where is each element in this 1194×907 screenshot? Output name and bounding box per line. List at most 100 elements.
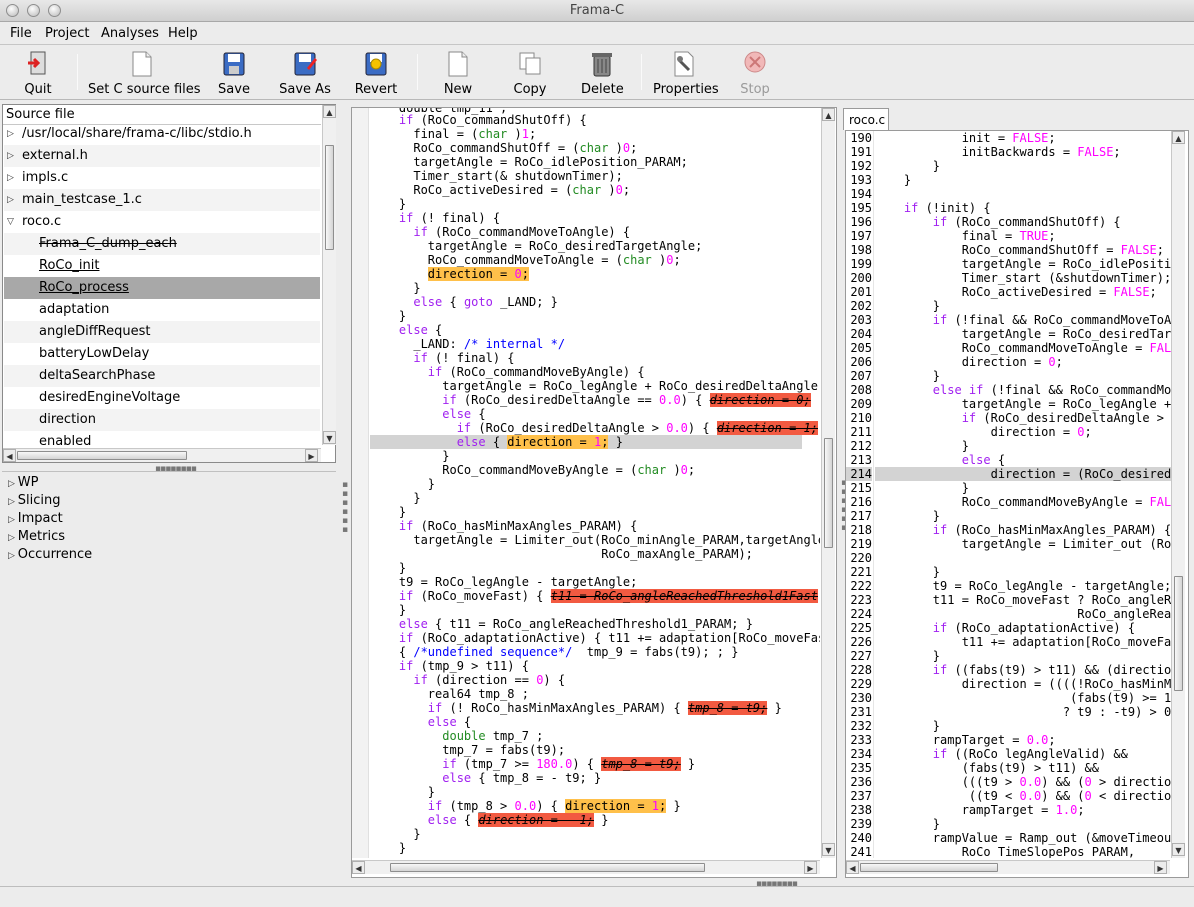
- line-number: 201: [850, 285, 872, 299]
- original-source-view[interactable]: 190 191 192 193 194 195 196 197 198 199 200 201 202 2…: [845, 130, 1189, 878]
- set-c-source-files-button[interactable]: Set C source files: [88, 50, 201, 97]
- source-file-header[interactable]: Source file: [3, 105, 321, 125]
- scroll-thumb[interactable]: [390, 863, 705, 872]
- code-vertical-scrollbar[interactable]: ▲ ▼: [821, 108, 835, 858]
- scroll-down-icon[interactable]: ▼: [822, 843, 835, 856]
- minimize-window-icon[interactable]: [27, 4, 40, 17]
- line-number: 198: [850, 243, 872, 257]
- menu-analyses[interactable]: Analyses: [101, 26, 159, 41]
- menu-project[interactable]: Project: [45, 26, 89, 41]
- revert-button[interactable]: Revert: [354, 50, 398, 97]
- tree-vertical-scrollbar[interactable]: ▲ ▼: [322, 105, 336, 445]
- scroll-right-icon[interactable]: ▶: [804, 861, 817, 874]
- scroll-left-icon[interactable]: ◀: [3, 449, 16, 462]
- line-number: 227: [850, 649, 872, 663]
- source-horizontal-scrollbar[interactable]: ◀ ▶: [846, 860, 1170, 874]
- tree-file-stdio[interactable]: ▷/usr/local/share/frama-c/libc/stdio.h: [4, 126, 320, 144]
- line-number: 230: [850, 691, 872, 705]
- tree-var-deltasearchphase[interactable]: deltaSearchPhase: [4, 365, 320, 387]
- line-number: 217: [850, 509, 872, 523]
- line-number: 216: [850, 495, 872, 509]
- tree-horizontal-scrollbar[interactable]: ◀ ▶: [3, 448, 321, 462]
- properties-button[interactable]: Properties: [653, 50, 719, 97]
- line-number: 206: [850, 355, 872, 369]
- plugin-metrics[interactable]: ▷ Metrics: [8, 528, 65, 546]
- title-bar: Frama-C: [0, 0, 1194, 22]
- tree-file-roco[interactable]: ▽ roco.c: [4, 211, 320, 233]
- delete-button[interactable]: Delete: [581, 50, 624, 97]
- line-number: 223: [850, 593, 872, 607]
- new-file-icon: [448, 51, 468, 77]
- line-number: 192: [850, 159, 872, 173]
- original-code: init = FALSE; initBackwards = FALSE; } }…: [875, 131, 1171, 858]
- scroll-left-icon[interactable]: ◀: [352, 861, 365, 874]
- tree-var-adaptation[interactable]: adaptation: [4, 299, 320, 321]
- quit-icon: [28, 51, 46, 75]
- scroll-right-icon[interactable]: ▶: [305, 449, 318, 462]
- line-number: 222: [850, 579, 872, 593]
- scroll-thumb[interactable]: [824, 438, 833, 548]
- line-number: 214: [846, 467, 872, 481]
- tree-file-main-testcase[interactable]: ▷ main_testcase_1.c: [4, 189, 320, 211]
- line-number: 232: [850, 719, 872, 733]
- line-number: 197: [850, 229, 872, 243]
- scroll-right-icon[interactable]: ▶: [1154, 861, 1167, 874]
- scroll-down-icon[interactable]: ▼: [323, 431, 336, 444]
- close-window-icon[interactable]: [6, 4, 19, 17]
- line-number: 211: [850, 425, 872, 439]
- line-number: 194: [850, 187, 872, 201]
- save-button[interactable]: Save: [216, 50, 252, 97]
- line-number: 196: [850, 215, 872, 229]
- scroll-up-icon[interactable]: ▲: [1172, 131, 1185, 144]
- line-number: 210: [850, 411, 872, 425]
- menu-file[interactable]: File: [10, 26, 32, 41]
- tree-file-impls[interactable]: ▷ impls.c: [4, 167, 320, 189]
- tree-var-batterylowdelay[interactable]: batteryLowDelay: [4, 343, 320, 365]
- menu-help[interactable]: Help: [168, 26, 198, 41]
- scroll-thumb[interactable]: [17, 451, 187, 460]
- save-as-button[interactable]: Save As: [278, 50, 332, 97]
- copy-button[interactable]: Copy: [512, 50, 548, 97]
- line-number: 191: [850, 145, 872, 159]
- tree-var-desiredenginevoltage[interactable]: desiredEngineVoltage: [4, 387, 320, 409]
- new-button[interactable]: New: [440, 50, 476, 97]
- revert-icon: [365, 52, 387, 76]
- tree-function-roco-init[interactable]: RoCo_init: [4, 255, 320, 277]
- scroll-up-icon[interactable]: ▲: [323, 105, 336, 118]
- tree-file-external[interactable]: ▷ external.h: [4, 145, 320, 167]
- plugin-wp[interactable]: ▷ WP: [8, 474, 39, 492]
- tree-function-frama-c-dump-each[interactable]: Frama_C_dump_each: [4, 233, 320, 255]
- code-horizontal-scrollbar[interactable]: ◀ ▶: [352, 860, 820, 874]
- scroll-left-icon[interactable]: ◀: [846, 861, 859, 874]
- source-vertical-scrollbar[interactable]: ▲ ▼: [1171, 131, 1185, 858]
- quit-button[interactable]: Quit: [20, 50, 56, 97]
- scroll-down-icon[interactable]: ▼: [1172, 843, 1185, 856]
- tab-roco-c[interactable]: roco.c: [843, 108, 889, 130]
- line-number: 204: [850, 327, 872, 341]
- line-number: 208: [850, 383, 872, 397]
- tree-var-direction[interactable]: direction: [4, 409, 320, 431]
- line-number: 228: [850, 663, 872, 677]
- line-number: 229: [850, 677, 872, 691]
- tree-function-roco-process[interactable]: RoCo_process: [4, 277, 320, 299]
- tree-var-enabled[interactable]: enabled: [4, 431, 320, 445]
- line-number: 235: [850, 761, 872, 775]
- line-number: 207: [850, 369, 872, 383]
- pane-splitter-handle[interactable]: ▪▪▪▪▪▪: [340, 480, 350, 534]
- zoom-window-icon[interactable]: [48, 4, 61, 17]
- line-number: 221: [850, 565, 872, 579]
- scroll-thumb[interactable]: [1174, 576, 1183, 691]
- scroll-up-icon[interactable]: ▲: [822, 108, 835, 121]
- scroll-thumb[interactable]: [325, 145, 334, 250]
- line-number: 209: [850, 397, 872, 411]
- plugin-slicing[interactable]: ▷ Slicing: [8, 492, 61, 510]
- scroll-thumb[interactable]: [860, 863, 998, 872]
- plugin-impact[interactable]: ▷ Impact: [8, 510, 63, 528]
- line-number-gutter: 190 191 192 193 194 195 196 197 198 199 200 201 202 2…: [846, 131, 874, 859]
- line-number: 203: [850, 313, 872, 327]
- tree-var-anglediffrequest[interactable]: angleDiffRequest: [4, 321, 320, 343]
- stop-button[interactable]: Stop: [738, 50, 772, 97]
- normalized-code-view[interactable]: double tmp_11 ; if (RoCo_commandShutOff)…: [351, 107, 837, 878]
- line-number: 236: [850, 775, 872, 789]
- plugin-occurrence[interactable]: ▷ Occurrence: [8, 546, 92, 564]
